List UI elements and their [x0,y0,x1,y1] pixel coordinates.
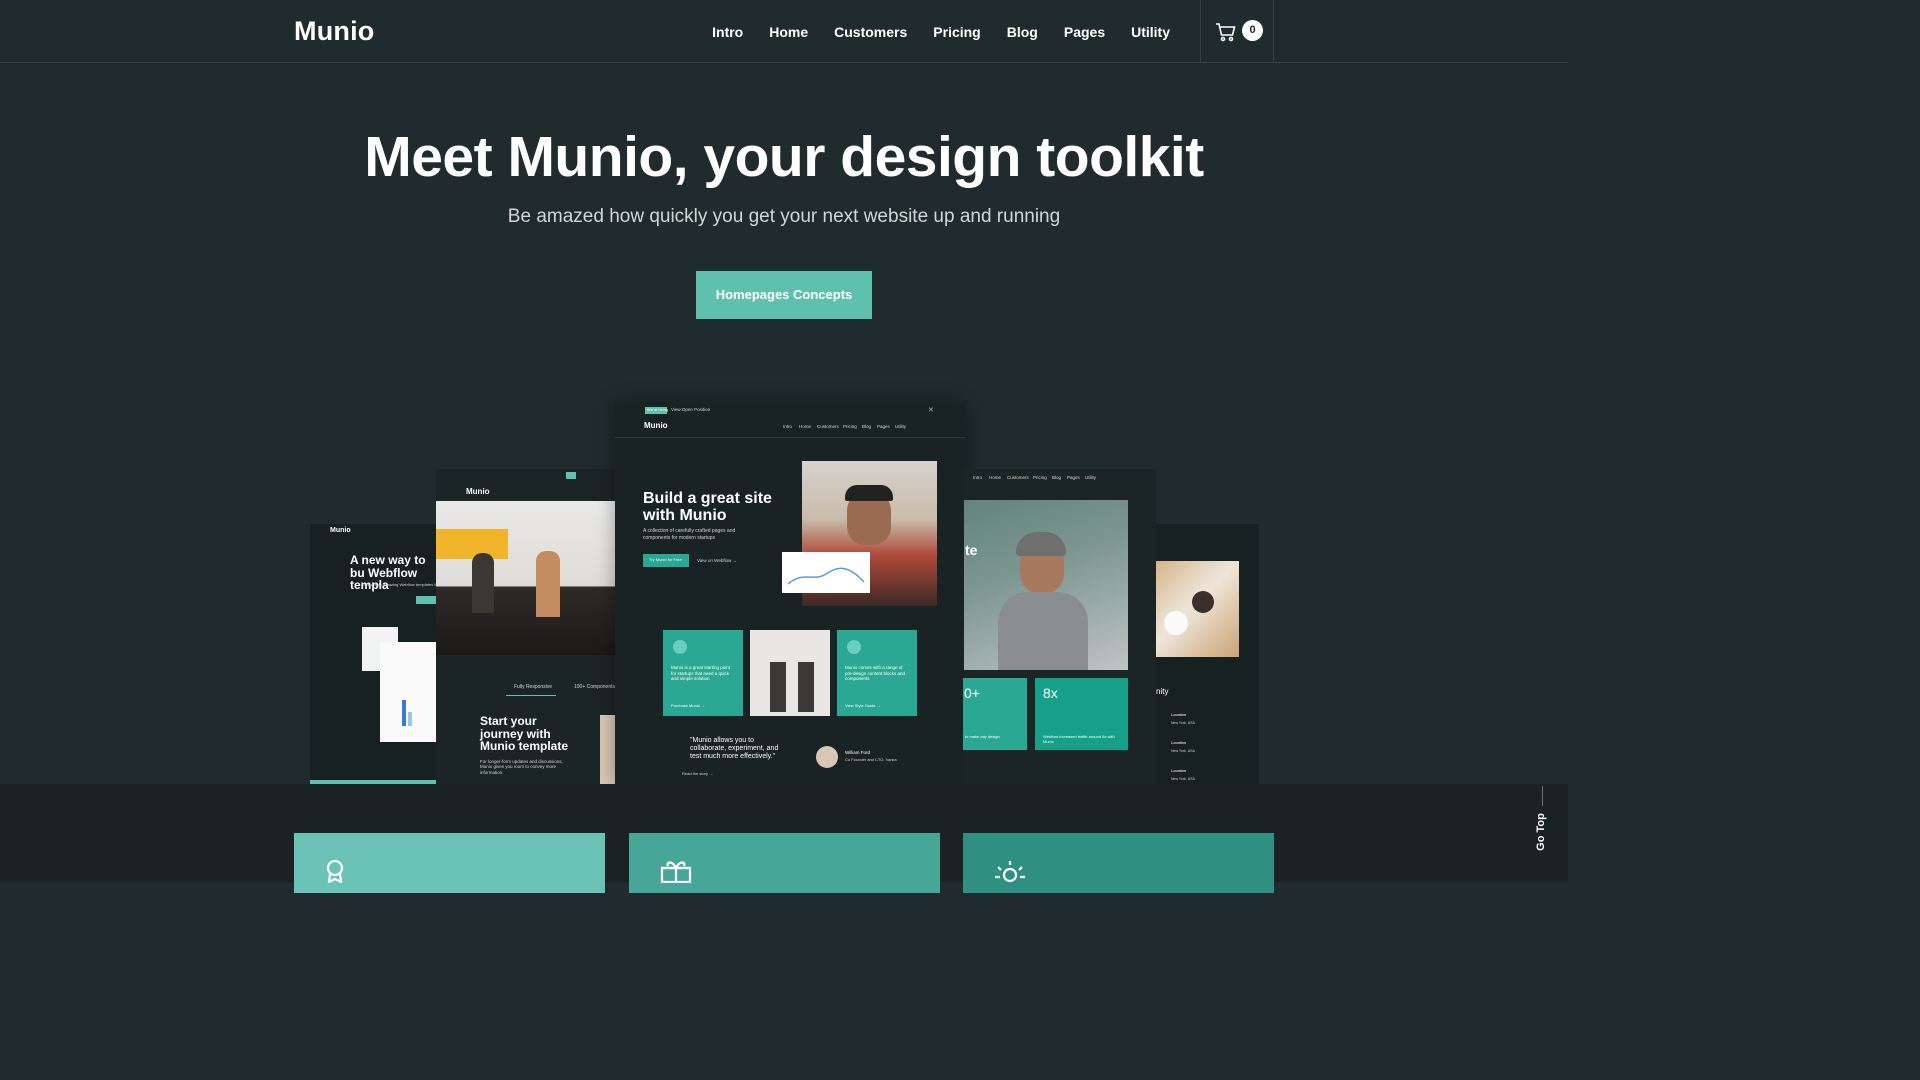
logo[interactable]: Munio [294,16,374,47]
close-icon[interactable]: ✕ [928,406,934,414]
mockup-logo: Munio [466,487,490,496]
mockup-body: For longer-form updates and discussions,… [480,759,563,775]
go-top-label: Go Top [1534,813,1547,851]
nav-item-home[interactable]: Home [769,24,808,40]
nav-item-pricing[interactable]: Pricing [933,24,980,40]
hero-subtitle: Be amazed how quickly you get your next … [507,206,1061,227]
mockup-right[interactable]: nity Location New York, USA Location New… [1156,524,1259,784]
mockup-ui-chart [380,642,438,742]
desk-photo [1156,561,1239,657]
nav-item-utility[interactable]: Utility [1131,24,1170,40]
sun-icon [995,861,1025,883]
cart-button[interactable]: 0 [1200,0,1274,63]
feature-card-1[interactable] [294,833,605,893]
mockup-body: A collection of carefully crafted pages … [643,528,736,541]
stat-card-2: 8x Webflow increased traffic around 8x w… [1035,678,1128,750]
award-icon [326,859,344,883]
go-top-button[interactable]: Go Top [1528,812,1556,852]
mockup-author-role: Co Founder and CTO, Vanka [845,757,897,762]
nav-item-pages[interactable]: Pages [1064,24,1105,40]
mockup-try-button: Try Munio for Free [643,554,689,567]
mockup-feature-card-1: Munio is a great starting point for star… [663,630,743,716]
mockup-quote-link: Read the story → [682,771,714,776]
go-top-line [1542,786,1543,806]
mockup-author: William Ford [845,750,871,755]
mockup-feature-card-2: Munio comes with a range of pre-design c… [837,630,917,716]
mockup-chart-card [782,552,870,593]
nav-item-customers[interactable]: Customers [834,24,907,40]
mockup-office[interactable]: Munio Fully Responsive 100+ Components S… [436,469,616,784]
nav-item-blog[interactable]: Blog [1007,24,1038,40]
mockup-button [416,596,438,604]
partial-heading: te [965,542,978,558]
mockup-headline: Build a great site with Munio [643,490,772,524]
office-photo [436,501,616,655]
mockup-center[interactable]: We're hiring View Open Position ✕ Munio … [615,404,965,784]
mockup-logo: Munio [644,421,668,430]
mockup-tab-components: 100+ Components [574,684,616,690]
top-nav: Munio Intro Home Customers Pricing Blog … [0,0,1568,63]
avatar [816,746,838,768]
man-photo [964,500,1128,670]
feature-card-2[interactable] [629,833,940,893]
cart-icon [1216,23,1236,42]
stat-card-1: 0+ to make any design [963,678,1027,750]
mockup-sub: We create amazing Webflow templates fo [364,582,438,587]
nav-item-intro[interactable]: Intro [712,24,743,40]
mockup-door-photo [750,630,830,716]
mockup-quote: "Munio allows you to collaborate, experi… [690,737,779,761]
main-menu: Intro Home Customers Pricing Blog Pages … [712,24,1170,40]
partial-heading: nity [1156,687,1169,696]
mockup-webflow-link: View on Webflow → [697,558,738,563]
hero-title: Meet Munio, your design toolkit [364,125,1204,189]
mockup-headline: Start your journey with Munio template [480,714,569,754]
banner-tag: We're hiring [645,407,669,414]
banner-text: View Open Position [671,407,711,412]
cart-count-badge: 0 [1242,20,1263,41]
mockup-left[interactable]: Munio A new way to bu Webflow templa We … [310,524,438,784]
mockup-tab-responsive: Fully Responsive [514,684,553,690]
mockup-logo: Munio [330,527,351,534]
mockup-man[interactable]: Intro Home Customers Pricing Blog Pages … [963,469,1156,784]
gift-icon [660,861,692,883]
feature-card-3[interactable] [963,833,1274,893]
homepages-concepts-button[interactable]: Homepages Concepts [696,271,872,319]
